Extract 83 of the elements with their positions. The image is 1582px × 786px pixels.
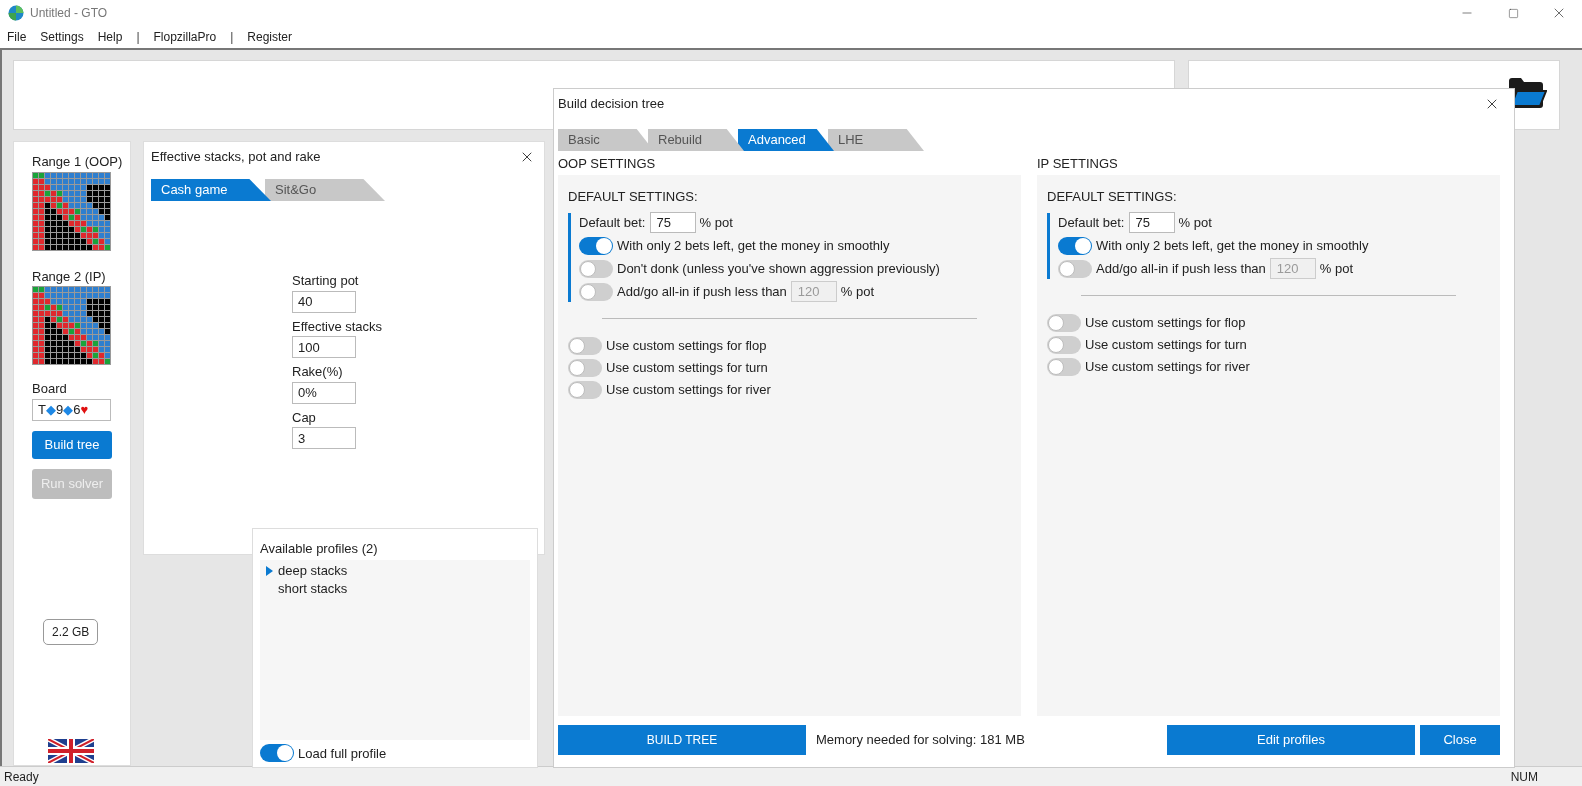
menu-separator: | [230,29,234,46]
setting-label: Add/go all-in if push less than [617,282,787,301]
setting-label: Don't donk (unless you've shown aggression previously) [617,259,940,278]
status-indicator: NUM [1510,768,1538,786]
setting-label: Add/go all-in if push less than [1096,259,1266,278]
window-title: Untitled - GTO [30,5,108,22]
menu-item[interactable]: Settings [40,28,84,46]
menu-separator: | [136,29,140,46]
input-field[interactable]: 75 [649,212,696,233]
setting-label: Use custom settings for river [606,380,771,399]
unit-label: % pot [840,282,875,301]
field-label: Starting pot [292,272,360,290]
tab[interactable]: Rebuild [648,129,744,151]
toggle-switch[interactable] [1047,313,1081,332]
card-rank: T [38,400,46,419]
toggle-switch[interactable] [568,358,602,377]
memory-badge: 2.2 GB [43,618,99,645]
setting-label: Use custom settings for flop [1085,313,1246,332]
setting-label: Use custom settings for turn [1085,335,1247,354]
toggle-switch[interactable] [568,336,602,355]
tab[interactable]: Sit&Go [265,179,385,201]
card-suit: ◆ [45,400,56,419]
profile-item[interactable]: deep stacks [278,560,348,581]
input-field[interactable]: 3 [292,427,356,449]
range-label: Range 1 (OOP) [32,153,123,171]
memory-text: Memory needed for solving: 181 MB [816,731,1025,750]
range-label: Range 2 (IP) [32,267,106,286]
field-label: Rake(%) [292,363,344,381]
toggle-switch[interactable] [579,259,613,278]
dialog-title: Build decision tree [558,95,665,114]
setting-label: Use custom settings for river [1085,357,1250,376]
toggle-switch[interactable] [579,236,613,255]
section-title: DEFAULT SETTINGS: [1047,188,1178,206]
board-label: Board [32,380,67,398]
build-tree-button[interactable]: BUILD TREE [558,725,806,755]
unit-label: % pot [1319,259,1354,278]
build-tree-button[interactable]: Build tree [32,430,112,459]
status-text: Ready [4,768,39,786]
toggle-switch[interactable] [1047,335,1081,354]
setting-label: Use custom settings for flop [606,336,767,355]
panel-title: Effective stacks, pot and rake [151,148,321,167]
toggle-switch[interactable] [1058,236,1092,255]
maximize-icon [1507,7,1519,19]
close-dialog-button[interactable]: Close [1420,725,1500,755]
flag-icon[interactable] [48,739,94,763]
card-rank: 9 [55,400,64,419]
range-grid-drawing[interactable] [32,171,111,251]
unit-label: % pot [699,213,733,232]
menu-item[interactable]: Help [97,28,123,46]
input-field[interactable]: 40 [292,290,356,313]
input-field[interactable]: 75 [1128,212,1175,233]
field-label: Cap [292,408,317,427]
edit-profiles-button[interactable]: Edit profiles [1167,725,1415,755]
input-field[interactable]: 100 [292,336,356,358]
board-field[interactable]: T◆9◆6♥ [32,398,111,421]
toggle-switch[interactable] [260,744,294,763]
menu-item[interactable]: FlopzillaPro [153,28,217,46]
card-suit: ♥ [80,400,89,419]
setting-label: With only 2 bets left, get the money in smoothly [617,236,890,255]
field-label: Effective stacks [292,317,384,336]
toggle-label: Load full profile [298,744,387,763]
setting-label: With only 2 bets left, get the money in smoothly [1096,236,1369,255]
toggle-switch[interactable] [568,380,602,399]
unit-label: % pot [1178,213,1212,232]
profile-item[interactable]: short stacks [278,578,348,599]
setting-label: Default bet: [1058,213,1125,232]
setting-label: Default bet: [579,213,646,232]
input-field[interactable]: 0% [292,381,356,404]
app-logo-icon [8,5,24,21]
toggle-switch[interactable] [1047,357,1081,376]
panel-title: Available profiles (2) [260,540,379,558]
card-rank: 6 [73,400,81,419]
tab[interactable]: Advanced [738,129,834,151]
tab[interactable]: Cash game [151,179,271,201]
menu-item[interactable]: File [7,28,27,46]
menu-item[interactable]: Register [247,28,293,46]
setting-label: Use custom settings for turn [606,358,768,377]
card-suit: ◆ [63,400,74,419]
section-heading: IP SETTINGS [1037,155,1119,174]
section-title: DEFAULT SETTINGS: [568,188,699,206]
range-grid-drawing[interactable] [32,286,111,365]
section-heading: OOP SETTINGS [558,155,657,174]
tab[interactable]: LHE [828,129,924,151]
